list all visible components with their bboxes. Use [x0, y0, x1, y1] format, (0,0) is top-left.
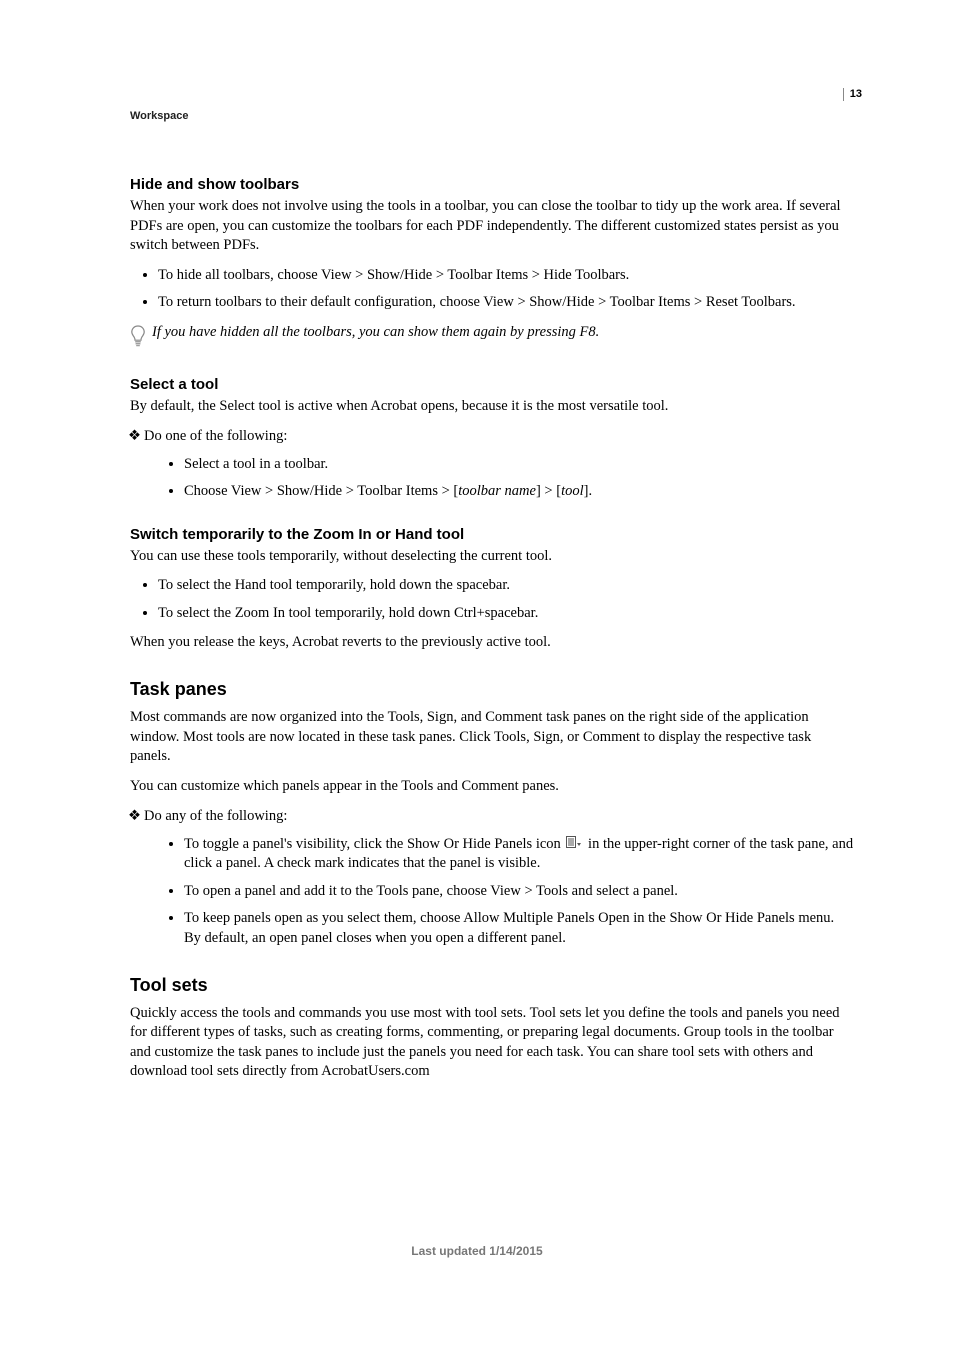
heading-switch-temporarily: Switch temporarily to the Zoom In or Han…	[130, 526, 854, 543]
heading-select-a-tool: Select a tool	[130, 376, 854, 393]
sub-list: Select a tool in a toolbar. Choose View …	[144, 455, 854, 502]
bullet-list: To select the Hand tool temporarily, hol…	[130, 576, 854, 623]
text-emphasis: tool	[561, 483, 584, 499]
paragraph: You can use these tools temporarily, wit…	[130, 547, 854, 567]
list-item: Select a tool in a toolbar.	[184, 455, 854, 475]
paragraph: By default, the Select tool is active wh…	[130, 397, 854, 417]
paragraph: When you release the keys, Acrobat rever…	[130, 633, 854, 653]
procedure-list: Do one of the following: Select a tool i…	[130, 426, 854, 501]
show-hide-panels-icon	[566, 835, 582, 855]
bullet-list: To hide all toolbars, choose View > Show…	[130, 266, 854, 313]
sub-list: To toggle a panel's visibility, click th…	[144, 835, 854, 949]
procedure-list: Do any of the following: To toggle a pan…	[130, 806, 854, 948]
text-fragment: To toggle a panel's visibility, click th…	[184, 836, 564, 852]
paragraph: When your work does not involve using th…	[130, 197, 854, 256]
heading-task-panes: Task panes	[130, 679, 854, 700]
heading-tool-sets: Tool sets	[130, 975, 854, 996]
heading-hide-show-toolbars: Hide and show toolbars	[130, 176, 854, 193]
list-item: To select the Zoom In tool temporarily, …	[158, 604, 854, 624]
list-item: To return toolbars to their default conf…	[158, 293, 854, 313]
paragraph: You can customize which panels appear in…	[130, 777, 854, 797]
list-item: Choose View > Show/Hide > Toolbar Items …	[184, 482, 854, 502]
page-content: Workspace Hide and show toolbars When yo…	[0, 0, 954, 1082]
list-item: To select the Hand tool temporarily, hol…	[158, 576, 854, 596]
text-fragment: Choose View > Show/Hide > Toolbar Items …	[184, 483, 458, 499]
paragraph: Quickly access the tools and commands yo…	[130, 1004, 854, 1082]
list-item: To toggle a panel's visibility, click th…	[184, 835, 854, 874]
procedure-lead: Do one of the following: Select a tool i…	[144, 426, 854, 501]
procedure-lead: Do any of the following: To toggle a pan…	[144, 806, 854, 948]
footer-last-updated: Last updated 1/14/2015	[0, 1244, 954, 1258]
text-fragment: ] > [	[536, 483, 561, 499]
text-emphasis: toolbar name	[458, 483, 536, 499]
paragraph: Most commands are now organized into the…	[130, 708, 854, 767]
procedure-lead-text: Do any of the following:	[144, 808, 287, 824]
running-head: Workspace	[130, 110, 854, 122]
tip-text: If you have hidden all the toolbars, you…	[152, 323, 599, 343]
list-item: To hide all toolbars, choose View > Show…	[158, 266, 854, 286]
procedure-lead-text: Do one of the following:	[144, 428, 287, 444]
tip: If you have hidden all the toolbars, you…	[130, 323, 854, 352]
page-number: 13	[843, 88, 862, 101]
lightbulb-icon	[130, 325, 146, 352]
list-item: To keep panels open as you select them, …	[184, 909, 854, 948]
list-item: To open a panel and add it to the Tools …	[184, 882, 854, 902]
text-fragment: ].	[584, 483, 592, 499]
